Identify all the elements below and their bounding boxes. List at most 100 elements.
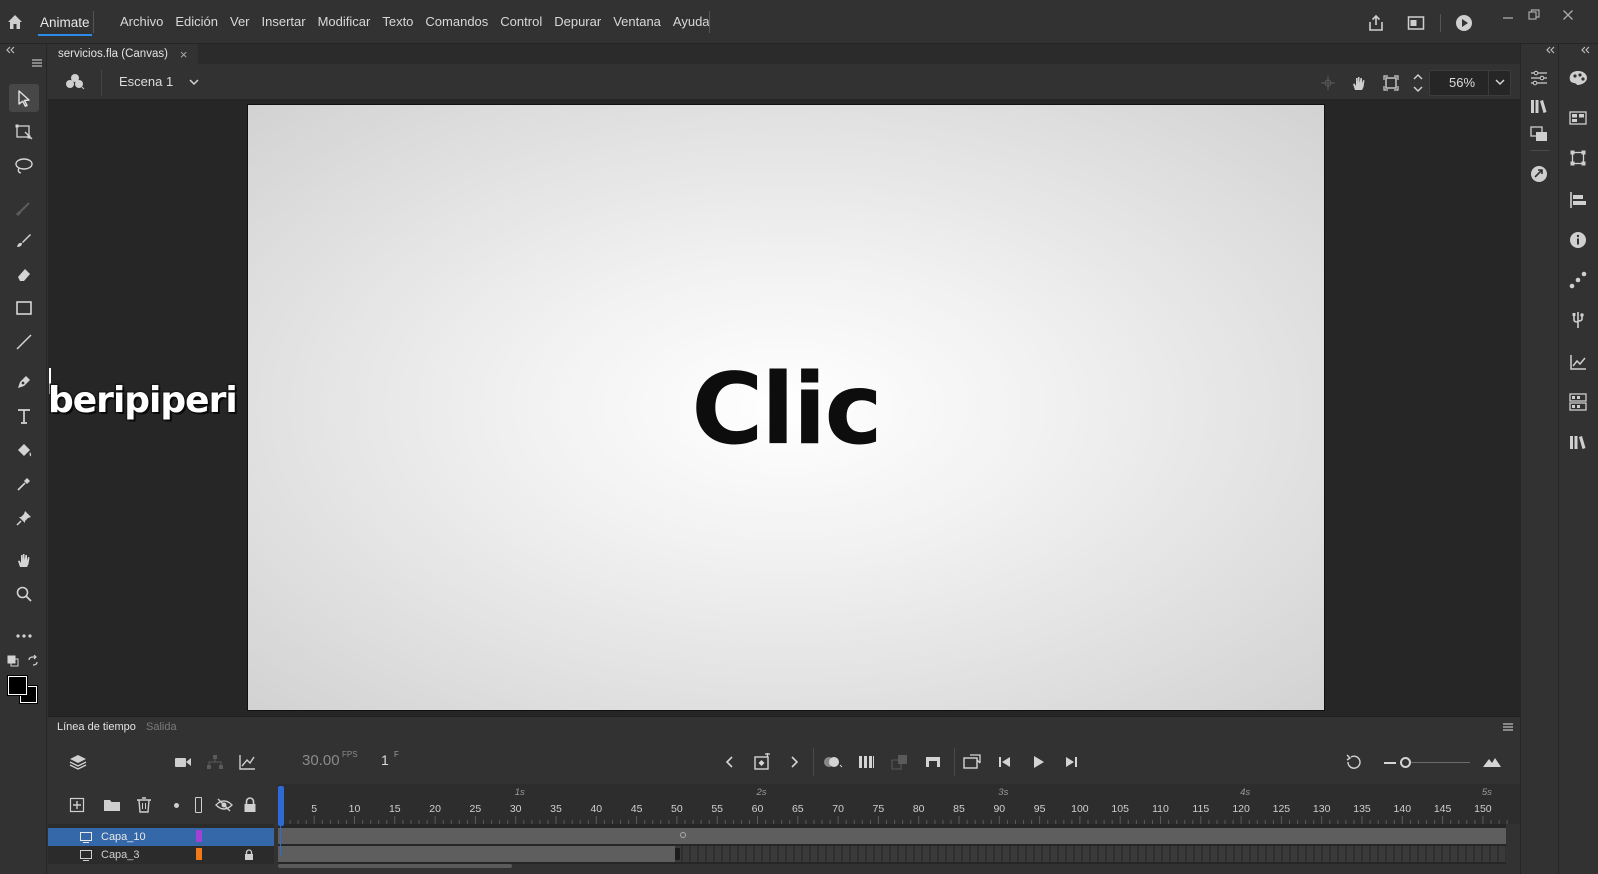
menu-ver[interactable]: Ver	[224, 12, 256, 32]
layer-name[interactable]: Capa_10	[101, 831, 146, 843]
zoom-stepper-icon[interactable]	[1410, 70, 1426, 96]
delete-icon[interactable]	[134, 795, 154, 815]
color-panel-icon[interactable]	[1566, 66, 1590, 90]
frame-span-capa-10[interactable]	[278, 828, 1506, 844]
insert-keyframe-icon[interactable]	[750, 750, 774, 774]
step-forward-icon[interactable]	[1059, 750, 1083, 774]
tab-output[interactable]: Salida	[146, 721, 177, 733]
document-tab[interactable]: servicios.fla (Canvas) ×	[48, 44, 198, 64]
menu-ventana[interactable]: Ventana	[607, 12, 667, 32]
frame-ruler[interactable]: 5 10 15 20 25 30 35 40 45 50 55 60 65 70 75 80 85 90 95 100…	[278, 784, 1520, 824]
free-transform-tool-icon[interactable]	[9, 118, 39, 146]
graph-icon[interactable]	[235, 750, 259, 774]
tools-menu-icon[interactable]	[30, 56, 44, 70]
create-tween-icon[interactable]	[921, 750, 945, 774]
scene-dropdown-chevron-icon[interactable]	[186, 74, 202, 90]
highlight-layer-icon[interactable]	[174, 803, 179, 808]
text-tool-icon[interactable]	[9, 402, 39, 430]
stage-text-clic[interactable]: Clic	[248, 350, 1324, 470]
layer-name[interactable]: Capa_3	[101, 849, 140, 861]
keyframe-marker[interactable]	[675, 848, 680, 860]
loop-playback-icon[interactable]	[960, 750, 984, 774]
test-movie-play-icon[interactable]	[1452, 12, 1476, 34]
timeline-menu-icon[interactable]	[1500, 720, 1516, 734]
paint-brush-tool-icon[interactable]	[9, 226, 39, 254]
paint-bucket-tool-icon[interactable]	[9, 436, 39, 464]
zoom-dropdown-chevron-icon[interactable]	[1492, 74, 1508, 90]
current-frame-value[interactable]: 1	[381, 752, 389, 768]
expand-panel-icon[interactable]	[1543, 44, 1557, 56]
playhead[interactable]	[278, 786, 284, 826]
clip-content-icon[interactable]	[1380, 72, 1402, 94]
zoom-in-mountain-icon[interactable]	[1480, 752, 1504, 772]
layers-icon[interactable]	[66, 750, 90, 774]
swatches-icon[interactable]	[1566, 106, 1590, 130]
menu-modificar[interactable]: Modificar	[312, 12, 377, 32]
camera-hand-icon[interactable]	[1348, 72, 1370, 94]
stroke-color-swatch[interactable]	[7, 675, 28, 696]
next-keyframe-icon[interactable]	[782, 750, 806, 774]
menu-depurar[interactable]: Depurar	[548, 12, 607, 32]
home-icon[interactable]	[4, 10, 26, 34]
new-folder-icon[interactable]	[101, 795, 123, 815]
menu-texto[interactable]: Texto	[376, 12, 419, 32]
minimize-icon[interactable]	[1498, 6, 1518, 24]
expand-panel-icon[interactable]	[1578, 44, 1592, 56]
motion-editor-icon[interactable]	[1566, 268, 1590, 292]
edit-multiple-frames-icon[interactable]	[855, 750, 879, 774]
eyedropper-tool-icon[interactable]	[9, 470, 39, 498]
onion-skin-icon[interactable]	[821, 750, 845, 774]
components-icon[interactable]	[1566, 308, 1590, 332]
center-frame-icon[interactable]	[1342, 750, 1366, 774]
previous-keyframe-icon[interactable]	[718, 750, 742, 774]
transform-icon[interactable]	[1566, 146, 1590, 170]
step-back-icon[interactable]	[993, 750, 1017, 774]
visibility-hidden-icon[interactable]	[213, 795, 235, 815]
menu-archivo[interactable]: Archivo	[114, 12, 169, 32]
collapse-panel-icon[interactable]	[3, 44, 17, 56]
lock-icon[interactable]	[240, 795, 260, 815]
close-tab-icon[interactable]: ×	[180, 47, 188, 62]
frame-span-capa-3[interactable]	[278, 846, 675, 862]
zoom-tool-icon[interactable]	[9, 580, 39, 608]
workspace-layout-icon[interactable]	[1404, 12, 1428, 34]
info-icon[interactable]	[1566, 228, 1590, 252]
frame-grid[interactable]	[278, 824, 1506, 864]
eraser-tool-icon[interactable]	[9, 260, 39, 288]
menu-edicion[interactable]: Edición	[169, 12, 224, 32]
assets-icon[interactable]	[1527, 122, 1551, 146]
more-tools-icon[interactable]	[9, 622, 39, 650]
library-icon[interactable]	[1527, 94, 1551, 118]
frame-rate-value[interactable]: 30.00	[302, 752, 340, 769]
menu-insertar[interactable]: Insertar	[256, 12, 312, 32]
layer-color-swatch[interactable]	[196, 830, 202, 842]
hand-tool-icon[interactable]	[9, 546, 39, 574]
menu-control[interactable]: Control	[494, 12, 548, 32]
lasso-tool-icon[interactable]	[9, 152, 39, 180]
layer-color-swatch[interactable]	[196, 848, 202, 860]
code-snippets-icon[interactable]	[1566, 390, 1590, 414]
library-panel-icon[interactable]	[1566, 430, 1590, 454]
blank-keyframe-marker[interactable]	[680, 832, 686, 838]
edit-symbols-icon[interactable]	[62, 70, 88, 94]
layer-lock-icon[interactable]	[242, 848, 256, 862]
rectangle-tool-icon[interactable]	[9, 294, 39, 322]
camera-icon[interactable]	[171, 750, 195, 774]
default-colors-icon[interactable]	[6, 654, 20, 668]
swap-colors-icon[interactable]	[26, 654, 40, 668]
tab-timeline[interactable]: Línea de tiempo	[57, 721, 136, 733]
motion-presets-icon[interactable]	[1527, 162, 1551, 186]
close-window-icon[interactable]	[1556, 6, 1580, 24]
outline-layer-icon[interactable]	[195, 797, 202, 813]
timeline-horizontal-scrollbar[interactable]	[278, 864, 512, 868]
restore-icon[interactable]	[1524, 6, 1544, 24]
scene-name[interactable]: Escena 1	[119, 74, 173, 89]
play-icon[interactable]	[1026, 750, 1050, 774]
line-tool-icon[interactable]	[9, 328, 39, 356]
empty-frames-capa-3[interactable]	[675, 846, 1506, 862]
properties-icon[interactable]	[1527, 66, 1551, 90]
zoom-out-icon[interactable]	[1384, 762, 1396, 764]
new-layer-icon[interactable]	[67, 795, 87, 815]
offstage-text-beripiperi[interactable]: beripiperi	[47, 379, 240, 423]
output-graph-icon[interactable]	[1566, 350, 1590, 374]
